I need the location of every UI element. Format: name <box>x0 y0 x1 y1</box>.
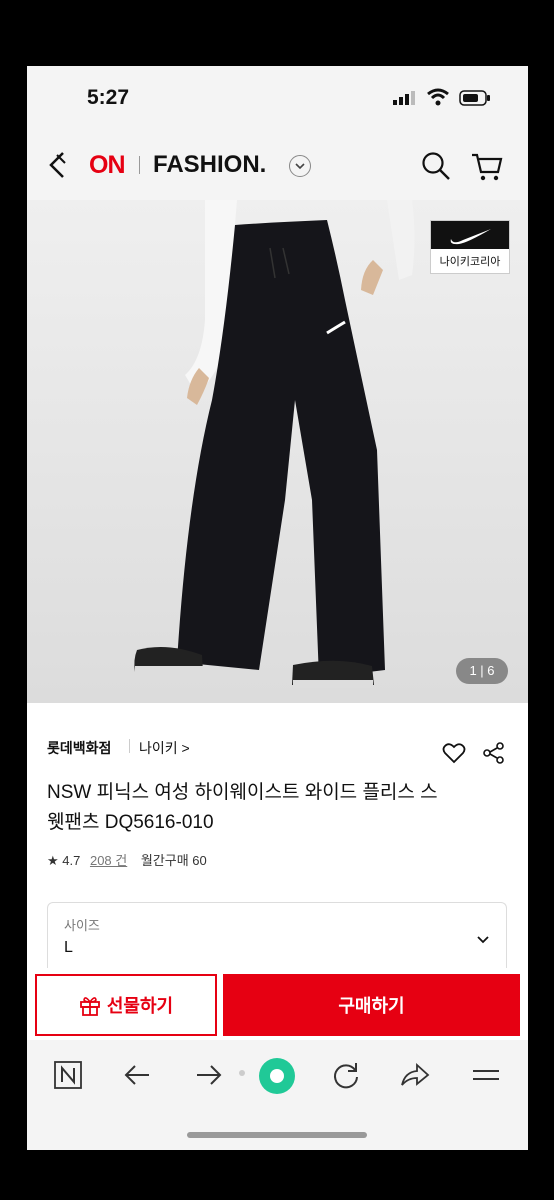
green-dot-icon[interactable] <box>257 1056 297 1096</box>
refresh-icon[interactable] <box>331 1060 361 1090</box>
buy-button[interactable]: 구매하기 <box>223 974 520 1036</box>
size-label: 사이즈 <box>64 918 100 933</box>
browser-toolbar <box>27 1040 528 1150</box>
forward-icon[interactable] <box>193 1060 223 1090</box>
store-divider <box>129 739 130 753</box>
image-pager: 1 | 6 <box>456 658 508 684</box>
search-icon[interactable] <box>420 150 452 182</box>
logo-divider <box>139 156 140 174</box>
logo-fashion[interactable]: FASHION. <box>153 151 266 179</box>
buy-button-label: 구매하기 <box>338 996 405 1016</box>
swoosh-icon <box>450 229 491 245</box>
gift-button[interactable]: 선물하기 <box>35 974 217 1036</box>
review-count-link[interactable]: 208 건 <box>90 853 127 868</box>
chevron-down-icon <box>295 163 305 170</box>
menu-icon[interactable] <box>471 1060 501 1090</box>
battery-icon <box>459 90 490 106</box>
action-bar: 선물하기 구매하기 <box>27 968 528 1040</box>
brand-badge-label: 나이키코리아 <box>439 256 501 268</box>
gift-button-label: 선물하기 <box>106 996 174 1016</box>
store-name[interactable]: 롯데백화점 <box>47 738 111 758</box>
signal-icon <box>393 91 415 105</box>
cart-icon[interactable] <box>470 150 504 182</box>
swoosh-logo <box>431 221 509 249</box>
product-image[interactable]: 나이키코리아 1 | 6 <box>27 200 528 703</box>
logo-on[interactable]: ON <box>89 151 125 180</box>
home-indicator[interactable] <box>187 1132 367 1138</box>
naver-icon[interactable] <box>53 1060 83 1090</box>
page-dot-icon <box>239 1070 245 1076</box>
status-bar: 5:27 <box>27 66 528 130</box>
heart-icon[interactable] <box>442 742 466 764</box>
share-arrow-icon[interactable] <box>399 1060 431 1090</box>
back-icon[interactable] <box>123 1060 153 1090</box>
monthly-purchases: 월간구매 60 <box>140 853 207 868</box>
back-arrow-icon[interactable] <box>45 150 71 180</box>
brand-link[interactable]: 나이키 > <box>139 738 190 758</box>
product-title: NSW 피닉스 여성 하이웨이스트 와이드 플리스 스웻팬츠 DQ5616-01… <box>47 782 438 833</box>
rating-score: ★ 4.7 <box>47 853 81 868</box>
wifi-icon <box>427 88 449 106</box>
rating-row: ★ 4.7 208 건 월간구매 60 <box>47 850 207 869</box>
brand-badge[interactable]: 나이키코리아 <box>430 220 510 274</box>
share-icon[interactable] <box>483 742 505 764</box>
gift-icon <box>79 997 100 1016</box>
model-photo <box>27 200 528 703</box>
status-time: 5:27 <box>87 86 130 109</box>
logo-dropdown-button[interactable] <box>289 155 311 177</box>
app-header: ON FASHION. <box>27 130 528 200</box>
chevron-down-icon <box>477 936 489 944</box>
phone-screen: 5:27 ON FASHION. 나이키코리아 1 | 6 롯데백화점 나이키 … <box>27 66 528 1150</box>
size-value: L <box>64 939 73 956</box>
size-select[interactable]: 사이즈 L <box>47 902 507 973</box>
